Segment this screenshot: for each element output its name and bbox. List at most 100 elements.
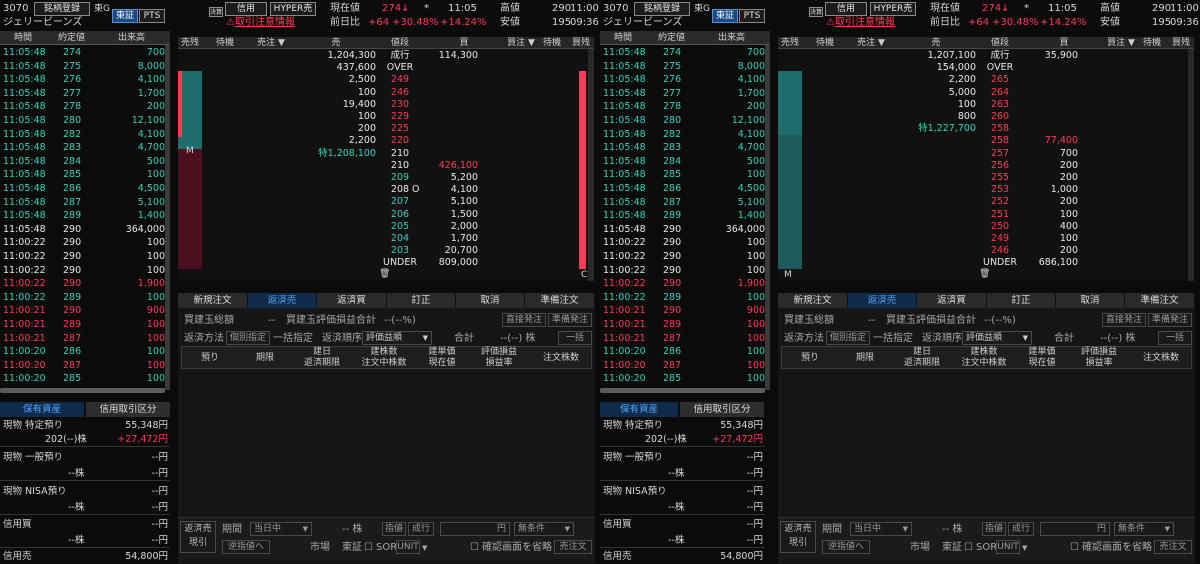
bulk-button[interactable]: 一括 bbox=[558, 331, 592, 345]
book-col-sell-order[interactable]: 売注 ▼ bbox=[248, 37, 294, 49]
sor-checkbox[interactable]: ☐ bbox=[964, 542, 973, 554]
condition-select[interactable]: 無条件 ▼ bbox=[1114, 522, 1174, 536]
book-row[interactable]: 246 200 bbox=[778, 245, 1180, 257]
book-row[interactable]: 1,204,300 成行 114,300 bbox=[178, 50, 580, 62]
trash-icon[interactable]: 🗑 bbox=[979, 268, 990, 280]
book-row[interactable]: 205 2,000 bbox=[178, 221, 580, 233]
book-row[interactable]: 253 1,000 bbox=[778, 184, 1180, 196]
tick-hscrollbar[interactable] bbox=[600, 388, 765, 393]
book-row[interactable]: 210 426,100 bbox=[178, 160, 580, 172]
market-button[interactable]: 成行 bbox=[408, 522, 434, 536]
tab-new-order[interactable]: 新規注文 bbox=[178, 293, 248, 308]
book-row[interactable]: 100 263 bbox=[778, 99, 1180, 111]
bulk-button[interactable]: 一括 bbox=[1158, 331, 1192, 345]
direct-order-button[interactable]: 直接発注 bbox=[502, 313, 546, 327]
hyper-button[interactable]: HYPER売 bbox=[870, 2, 916, 16]
trash-icon[interactable]: 🗑 bbox=[379, 268, 390, 280]
tab-prep-order[interactable]: 準備注文 bbox=[1125, 293, 1195, 308]
tab-credit-type[interactable]: 信用取引区分 bbox=[680, 402, 764, 417]
tab-repay-buy[interactable]: 返済買 bbox=[317, 293, 387, 308]
method-individual[interactable]: 個別指定 bbox=[826, 331, 870, 345]
tab-correct[interactable]: 訂正 bbox=[987, 293, 1056, 308]
credit-button[interactable]: 信用 bbox=[225, 2, 267, 16]
book-row[interactable]: 257 700 bbox=[778, 148, 1180, 160]
book-row[interactable]: 209 5,200 bbox=[178, 172, 580, 184]
book-row[interactable]: 2,200 265 bbox=[778, 74, 1180, 86]
book-row[interactable]: 100 246 bbox=[178, 87, 580, 99]
limit-button[interactable]: 指値 bbox=[382, 522, 406, 536]
book-row[interactable]: 2,500 249 bbox=[178, 74, 580, 86]
submit-sell-button[interactable]: 売注文 bbox=[1154, 540, 1192, 554]
book-row[interactable]: 250 400 bbox=[778, 221, 1180, 233]
tab-prep-order[interactable]: 準備注文 bbox=[525, 293, 595, 308]
confirm-checkbox[interactable]: ☐ bbox=[470, 542, 479, 554]
unit-button[interactable]: UNIT bbox=[396, 540, 420, 554]
unit-button[interactable]: UNIT bbox=[996, 540, 1020, 554]
book-row[interactable]: 208 4,100 O bbox=[178, 184, 580, 196]
book-col-buy-order[interactable]: 買注 ▼ bbox=[1106, 37, 1136, 49]
book-row[interactable]: 1,207,100 成行 35,900 bbox=[778, 50, 1180, 62]
price-input[interactable]: 円 bbox=[440, 522, 510, 536]
prep-order-button[interactable]: 準備発注 bbox=[548, 313, 592, 327]
book-row[interactable]: 249 100 bbox=[778, 233, 1180, 245]
reverse-limit-button[interactable]: 逆指値へ bbox=[222, 540, 270, 554]
market-button[interactable]: 成行 bbox=[1008, 522, 1034, 536]
book-scrollbar[interactable] bbox=[1188, 49, 1194, 281]
confirm-checkbox[interactable]: ☐ bbox=[1070, 542, 1079, 554]
order-seq-select[interactable]: 評価益順 ▼ bbox=[362, 331, 432, 345]
unit-dropdown-icon[interactable]: ▼ bbox=[1022, 542, 1027, 554]
warning-link[interactable]: ⚠取引注意情報 bbox=[226, 17, 295, 29]
book-row[interactable]: 258 77,400 bbox=[778, 135, 1180, 147]
book-row[interactable]: 203 20,700 bbox=[178, 245, 580, 257]
book-row[interactable]: 100 229 bbox=[178, 111, 580, 123]
book-row[interactable]: 特1,208,100 210 bbox=[178, 148, 580, 160]
tick-scrollbar[interactable] bbox=[165, 45, 170, 390]
tick-scrollbar[interactable] bbox=[765, 45, 770, 390]
book-row[interactable]: 19,400 230 bbox=[178, 99, 580, 111]
book-row[interactable]: 800 260 bbox=[778, 111, 1180, 123]
warning-link[interactable]: ⚠取引注意情報 bbox=[826, 17, 895, 29]
limit-button[interactable]: 指値 bbox=[982, 522, 1006, 536]
hyper-button[interactable]: HYPER売 bbox=[270, 2, 316, 16]
tick-hscrollbar[interactable] bbox=[0, 388, 165, 393]
tab-repay-sell[interactable]: 返済売 bbox=[248, 293, 317, 308]
tab-correct[interactable]: 訂正 bbox=[387, 293, 456, 308]
tab-holdings[interactable]: 保有資産 bbox=[600, 402, 678, 417]
book-row[interactable]: 154,000 OVER bbox=[778, 62, 1180, 74]
tab-credit-type[interactable]: 信用取引区分 bbox=[86, 402, 170, 417]
book-row[interactable]: 2,200 220 bbox=[178, 135, 580, 147]
book-col-sell-order[interactable]: 売注 ▼ bbox=[848, 37, 894, 49]
unit-dropdown-icon[interactable]: ▼ bbox=[422, 542, 427, 554]
order-seq-select[interactable]: 評価益順 ▼ bbox=[962, 331, 1032, 345]
condition-select[interactable]: 無条件 ▼ bbox=[514, 522, 574, 536]
book-row[interactable]: 255 200 bbox=[778, 172, 1180, 184]
reverse-limit-button[interactable]: 逆指値へ bbox=[822, 540, 870, 554]
book-col-buy-order[interactable]: 買注 ▼ bbox=[506, 37, 536, 49]
book-row[interactable]: 207 5,100 bbox=[178, 196, 580, 208]
direct-order-button[interactable]: 直接発注 bbox=[1102, 313, 1146, 327]
tab-new-order[interactable]: 新規注文 bbox=[778, 293, 848, 308]
tab-cancel[interactable]: 取消 bbox=[456, 293, 525, 308]
book-row[interactable]: 256 200 bbox=[778, 160, 1180, 172]
prep-order-button[interactable]: 準備発注 bbox=[1148, 313, 1192, 327]
book-row[interactable]: 251 100 bbox=[778, 209, 1180, 221]
book-row[interactable]: 特1,227,700 258 bbox=[778, 123, 1180, 135]
tab-repay-sell[interactable]: 返済売 bbox=[848, 293, 917, 308]
period-select[interactable]: 当日中 ▼ bbox=[850, 522, 912, 536]
tab-cancel[interactable]: 取消 bbox=[1056, 293, 1125, 308]
method-individual[interactable]: 個別指定 bbox=[226, 331, 270, 345]
period-select[interactable]: 当日中 ▼ bbox=[250, 522, 312, 536]
book-row[interactable]: 200 225 bbox=[178, 123, 580, 135]
tab-repay-buy[interactable]: 返済買 bbox=[917, 293, 987, 308]
book-scrollbar[interactable] bbox=[588, 49, 594, 281]
book-row[interactable]: 437,600 OVER bbox=[178, 62, 580, 74]
tab-holdings[interactable]: 保有資産 bbox=[0, 402, 84, 417]
price-input[interactable]: 円 bbox=[1040, 522, 1110, 536]
method-bulk[interactable]: 一括指定 bbox=[273, 333, 313, 345]
sor-checkbox[interactable]: ☐ bbox=[364, 542, 373, 554]
book-row[interactable]: 206 1,500 bbox=[178, 209, 580, 221]
credit-button[interactable]: 信用 bbox=[825, 2, 867, 16]
book-row[interactable]: 204 1,700 bbox=[178, 233, 580, 245]
submit-sell-button[interactable]: 売注文 bbox=[554, 540, 592, 554]
book-row[interactable]: 5,000 264 bbox=[778, 87, 1180, 99]
